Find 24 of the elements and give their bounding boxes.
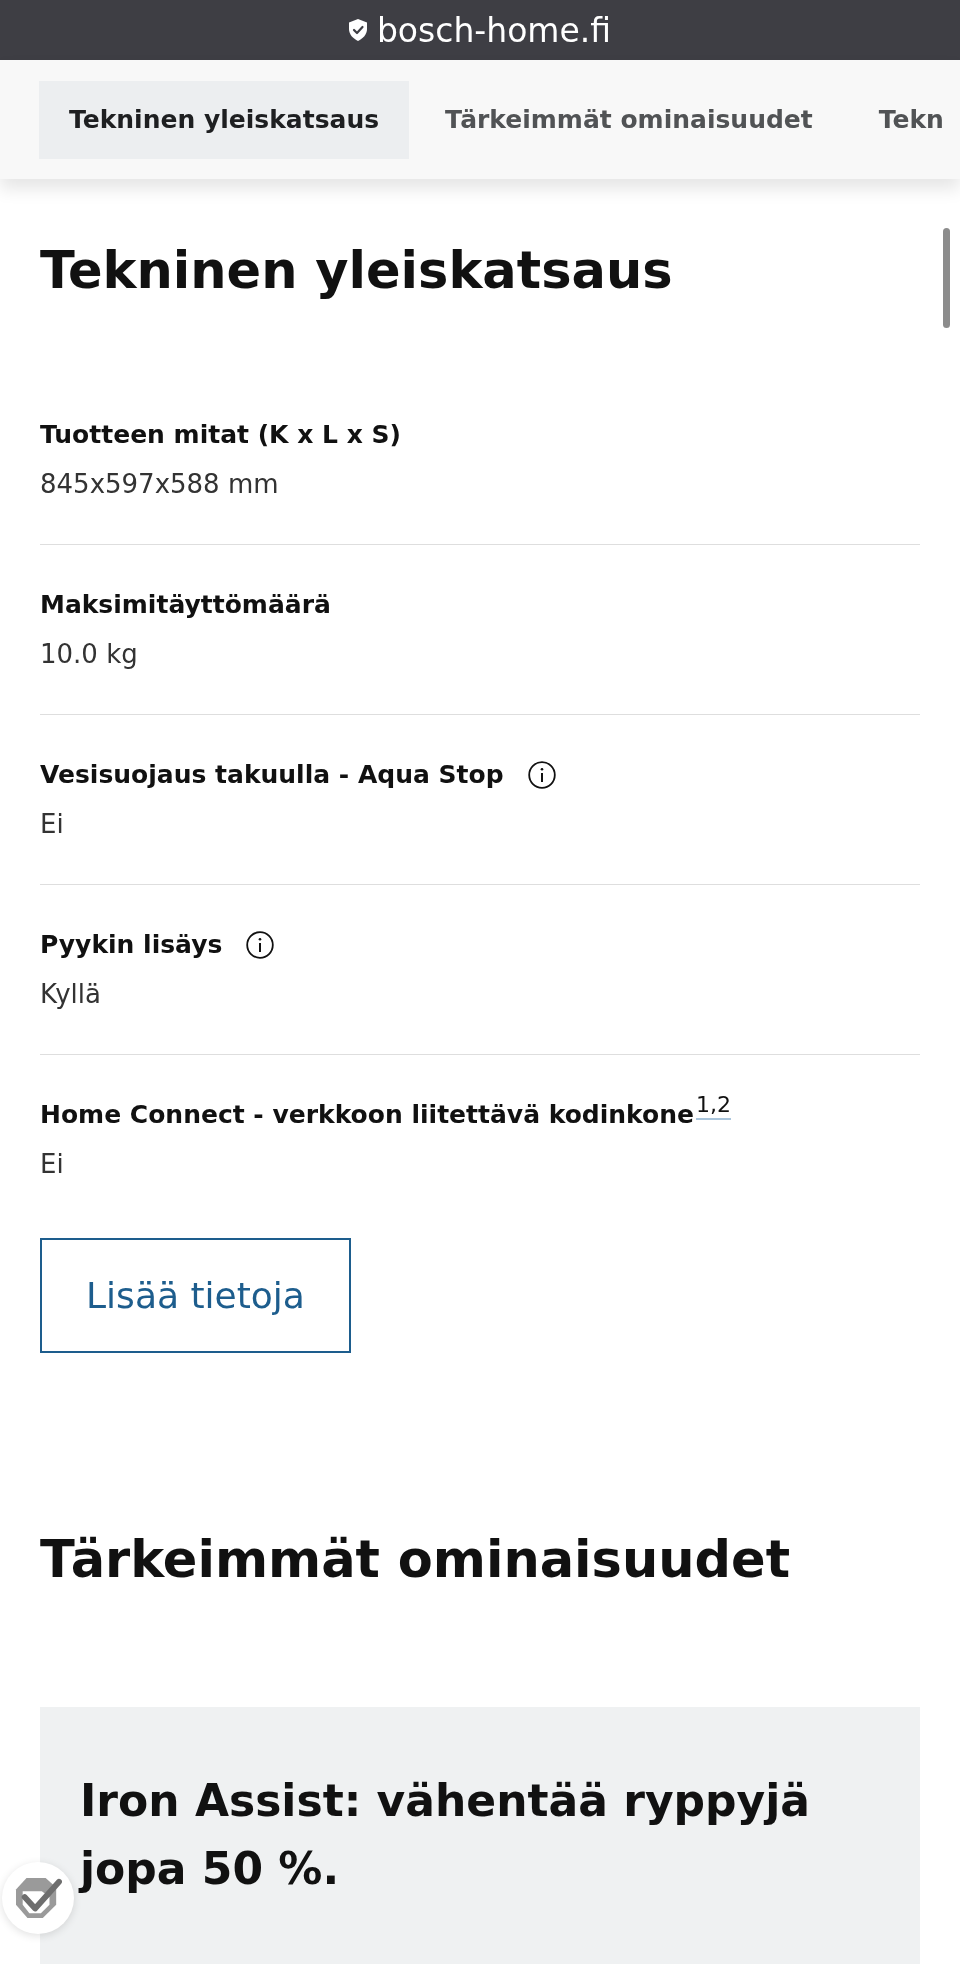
spec-value: Kyllä	[40, 978, 102, 1011]
info-icon[interactable]	[527, 761, 556, 789]
shield-icon	[348, 19, 367, 41]
spec-label: Tuotteen mitat (K x L x S)	[40, 419, 401, 451]
scrollbar-thumb[interactable]	[943, 228, 950, 328]
feature-title: Iron Assist: vähentää ryppyjä jopa 50 %.	[80, 1774, 812, 1896]
url-text[interactable]: bosch-home.fi	[376, 13, 612, 47]
section-heading: Tärkeimmät ominaisuudet	[40, 1529, 792, 1590]
spec-value: 845x597x588 mm	[40, 468, 280, 501]
spec-label: Pyykin lisäys	[40, 929, 223, 961]
spec-value: Ei	[40, 808, 65, 841]
spec-value: Ei	[40, 1148, 65, 1181]
octagon-check-icon	[14, 1876, 62, 1920]
info-icon[interactable]	[246, 931, 275, 959]
more-info-button[interactable]: Lisää tietoja	[40, 1238, 351, 1353]
tab[interactable]: Tekninen yleiskatsaus	[39, 80, 410, 159]
spec-label: Home Connect - verkkoon liitettävä kodinkone$^{1,2}$	[40, 1097, 731, 1131]
tab[interactable]: Tekn	[848, 80, 960, 159]
spec-value: 10.0 kg	[40, 638, 139, 671]
floating-badge-button[interactable]	[2, 1862, 74, 1934]
tab[interactable]: Tärkeimmät ominaisuudet	[415, 80, 843, 159]
spec-label: Maksimitäyttömäärä	[40, 589, 331, 621]
spec-label: Vesisuojaus takuulla - Aqua Stop	[40, 759, 504, 791]
section-heading: Tekninen yleiskatsaus	[40, 240, 674, 301]
